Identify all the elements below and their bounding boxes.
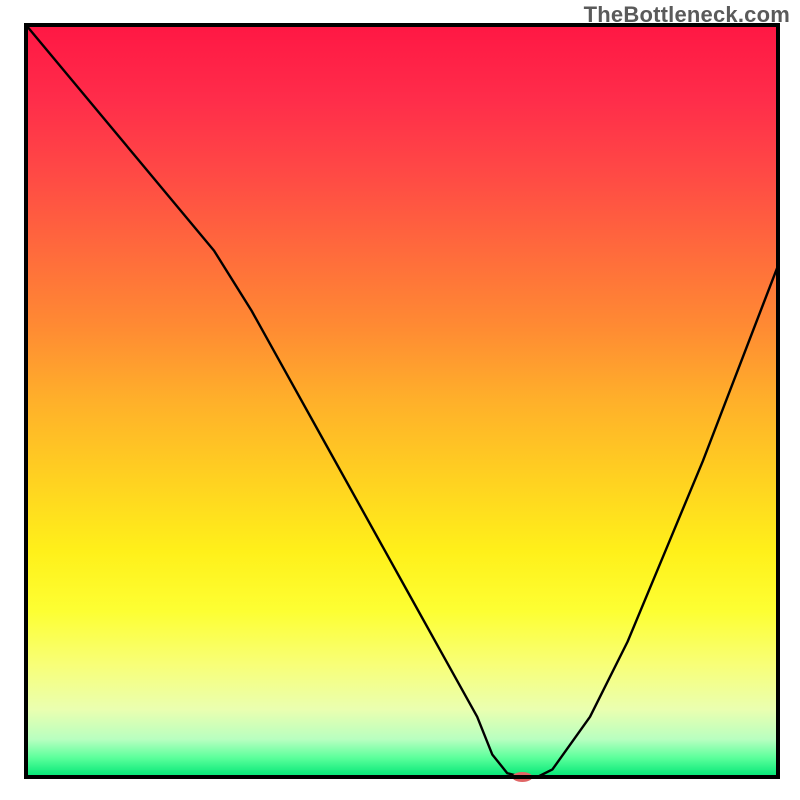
watermark-label: TheBottleneck.com [584,2,790,28]
chart-svg [0,0,800,800]
gradient-background [26,25,778,777]
bottleneck-chart: TheBottleneck.com [0,0,800,800]
